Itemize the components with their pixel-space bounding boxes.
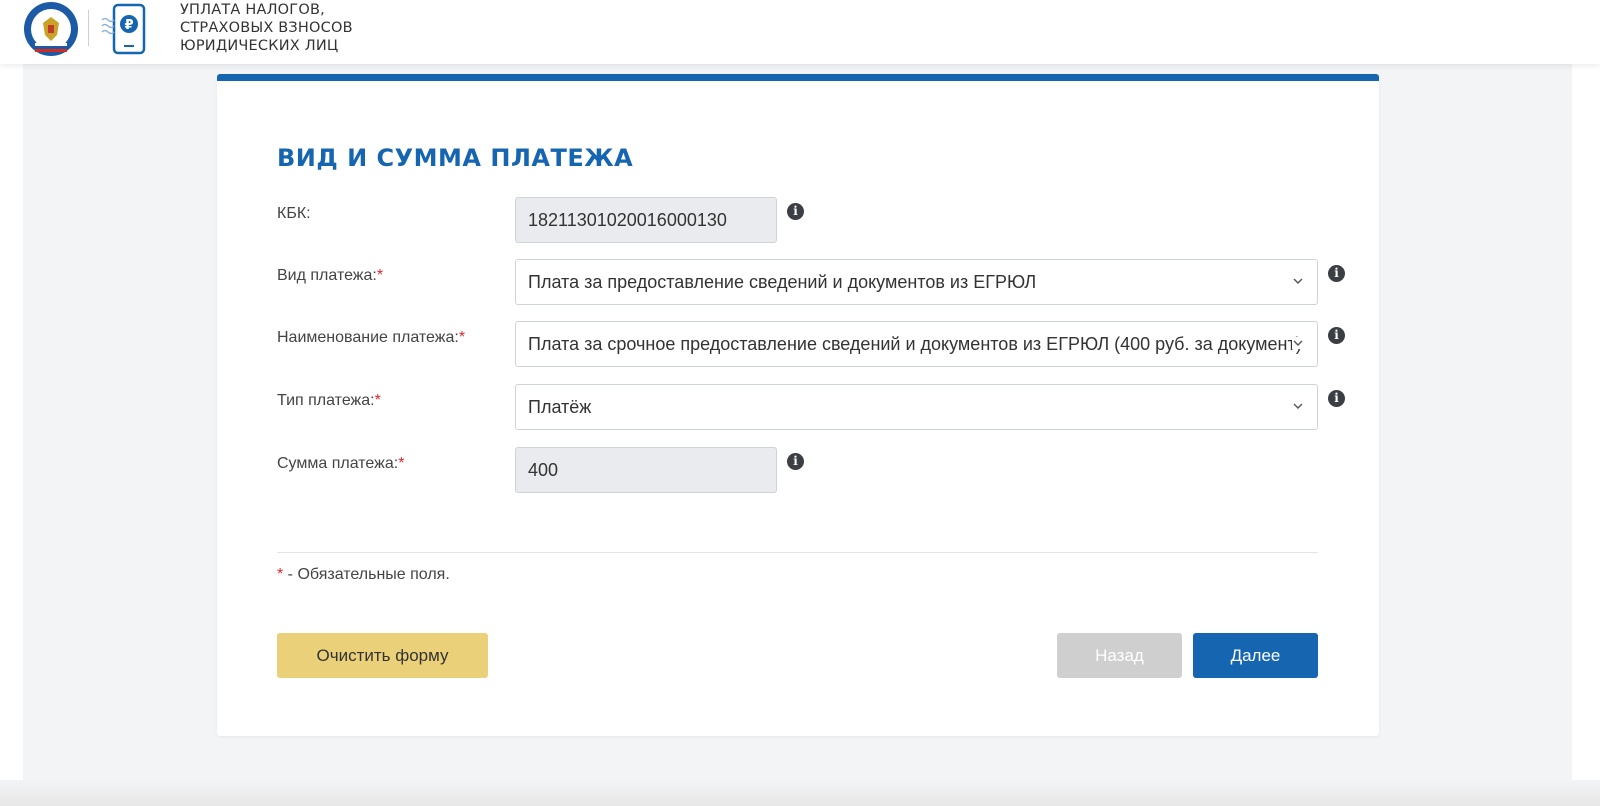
header-title: УПЛАТА НАЛОГОВ, СТРАХОВЫХ ВЗНОСОВ ЮРИДИЧ… (180, 1, 353, 55)
page-bottom-band (0, 780, 1600, 806)
required-mark: * (376, 267, 384, 284)
payment-kind-value: Плата за предоставление сведений и докум… (528, 272, 1037, 292)
info-icon[interactable]: i (1328, 327, 1345, 344)
payment-type-label-text: Тип платежа: (277, 392, 375, 409)
header-title-line: ЮРИДИЧЕСКИХ ЛИЦ (180, 38, 339, 54)
chevron-down-icon (1292, 337, 1304, 349)
info-icon[interactable]: i (1328, 390, 1345, 407)
header-title-line: СТРАХОВЫХ ВЗНОСОВ (180, 20, 353, 36)
next-button[interactable]: Далее (1193, 633, 1318, 678)
payment-amount-label-text: Сумма платежа: (277, 455, 399, 472)
ruble-sign-icon: ₽ (124, 18, 133, 33)
back-button[interactable]: Назад (1057, 633, 1182, 678)
payment-kind-label-text: Вид платежа: (277, 267, 377, 284)
payment-name-select[interactable]: Плата за срочное предоставление сведений… (515, 321, 1318, 367)
required-mark: * (374, 392, 381, 409)
payment-type-select[interactable]: Платёж (515, 384, 1318, 430)
payment-name-value: Плата за срочное предоставление сведений… (528, 334, 1302, 354)
header-title-line: УПЛАТА НАЛОГОВ, (180, 2, 325, 18)
required-mark: * (458, 329, 466, 346)
payment-kind-select[interactable]: Плата за предоставление сведений и докум… (515, 259, 1318, 305)
required-fields-note: * - Обязательные поля. (277, 566, 450, 584)
form-divider (277, 552, 1318, 553)
chevron-down-icon (1293, 403, 1303, 409)
payment-amount-label: Сумма платежа:* (277, 455, 404, 473)
payment-name-label: Наименование платежа:* (277, 329, 465, 347)
required-note-text: - Обязательные поля. (283, 566, 450, 583)
kbk-field[interactable]: 18211301020016000130 (515, 197, 777, 243)
info-icon[interactable]: i (787, 203, 804, 220)
payment-type-label: Тип платежа:* (277, 392, 381, 410)
app-header: ₽ УПЛАТА НАЛОГОВ, СТРАХОВЫХ ВЗНОСОВ ЮРИД… (0, 0, 1600, 64)
form-title: ВИД И СУММА ПЛАТЕЖА (277, 144, 634, 172)
clear-form-button[interactable]: Очистить форму (277, 633, 488, 678)
payment-kind-label: Вид платежа:* (277, 267, 383, 285)
payment-name-label-text: Наименование платежа: (277, 329, 459, 346)
logo-separator (88, 10, 89, 46)
info-icon[interactable]: i (1328, 265, 1345, 282)
payment-app-logo[interactable]: ₽ (100, 2, 150, 56)
payment-amount-field[interactable]: 400 (515, 447, 777, 493)
payment-form-card: ВИД И СУММА ПЛАТЕЖА КБК: 182113010200160… (217, 74, 1379, 736)
info-icon[interactable]: i (787, 453, 804, 470)
required-mark: * (398, 455, 405, 472)
fns-emblem-logo[interactable] (23, 1, 79, 57)
kbk-label: КБК: (277, 205, 311, 223)
chevron-down-icon (1293, 278, 1303, 284)
payment-type-value: Платёж (528, 397, 592, 417)
kbk-label-text: КБК: (277, 205, 311, 222)
